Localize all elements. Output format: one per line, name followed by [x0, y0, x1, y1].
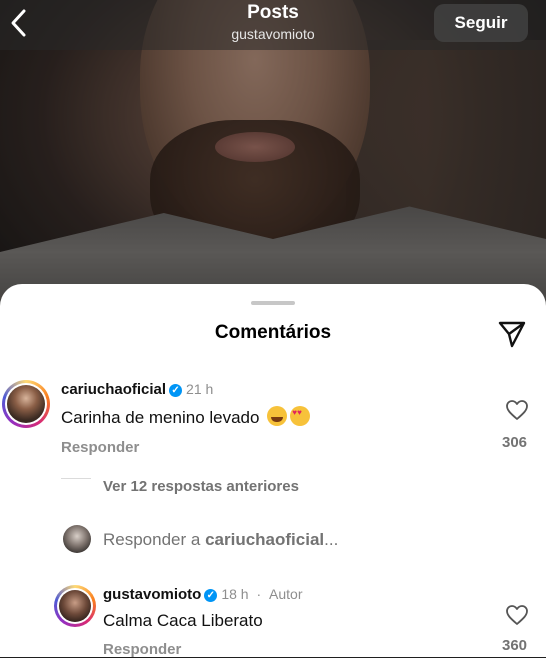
comments-sheet: Comentários cariuchaoficial ✓ 21 h Carinha…: [0, 284, 546, 658]
follow-button[interactable]: Seguir: [434, 4, 528, 42]
verified-icon: ✓: [169, 384, 183, 397]
avatar[interactable]: [2, 380, 50, 428]
author-label: Autor: [269, 586, 303, 602]
comment-text: Calma Caca Liberato: [103, 611, 263, 630]
reply-button[interactable]: Responder: [103, 641, 181, 658]
heart-eyes-emoji-icon: [290, 406, 311, 426]
sheet-title: Comentários: [214, 322, 332, 343]
comment-time: 18 h: [221, 586, 249, 602]
drag-handle[interactable]: [251, 301, 295, 305]
reply-button[interactable]: Responder: [61, 439, 139, 456]
like-count: 360: [502, 637, 528, 654]
avatar[interactable]: [54, 585, 96, 627]
comment-username[interactable]: cariuchaoficial ✓ 21 h: [61, 381, 213, 398]
verified-icon: ✓: [204, 589, 218, 602]
heart-icon[interactable]: [505, 604, 529, 626]
heart-icon[interactable]: [505, 399, 529, 421]
laughing-emoji-icon: [267, 406, 288, 426]
view-replies-link[interactable]: Ver 12 respostas anteriores: [103, 478, 299, 495]
top-bar: Posts gustavomioto Seguir: [0, 0, 546, 50]
comment-username[interactable]: gustavomioto ✓ 18 h · Autor: [103, 586, 303, 603]
divider: [61, 478, 91, 479]
paper-plane-icon[interactable]: [497, 319, 527, 349]
comment-time: 21 h: [186, 381, 214, 397]
avatar: [63, 525, 91, 553]
reply-input[interactable]: Responder a cariuchaoficial...: [103, 530, 338, 550]
comment-text: Carinha de menino levado: [61, 406, 311, 428]
like-count: 306: [502, 434, 528, 451]
